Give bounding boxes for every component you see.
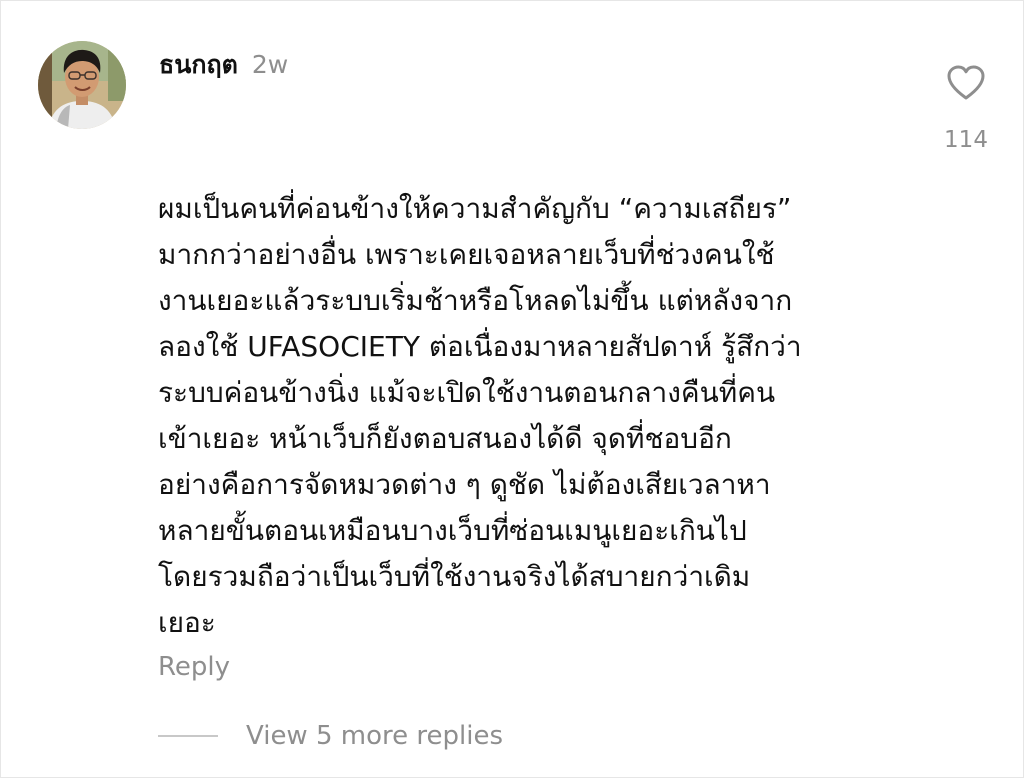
avatar[interactable]: [38, 41, 126, 129]
view-replies-button[interactable]: View 5 more replies: [158, 721, 503, 751]
comment-line: โดยรวมถือว่าเป็นเว็บที่ใช้งานจริงได้สบาย…: [158, 560, 751, 593]
comment-header: ธนกฤต 2w: [159, 45, 288, 85]
like-count: 114: [944, 127, 988, 153]
comment-body: ผมเป็นคนที่ค่อนข้างให้ความสำคัญกับ “ความ…: [158, 186, 918, 646]
replies-divider: [158, 735, 218, 737]
heart-outline-icon: [947, 65, 985, 100]
comment-line: ลองใช้ UFASOCIETY ต่อเนื่องมาหลายสัปดาห์…: [158, 330, 802, 363]
reply-button[interactable]: Reply: [158, 652, 230, 682]
avatar-photo: [38, 41, 126, 129]
like-button[interactable]: [945, 63, 987, 103]
comment-line: หลายขั้นตอนเหมือนบางเว็บที่ซ่อนเมนูเยอะเ…: [158, 514, 747, 547]
comment-line: ผมเป็นคนที่ค่อนข้างให้ความสำคัญกับ “ความ…: [158, 192, 792, 225]
author-name[interactable]: ธนกฤต: [159, 45, 238, 85]
comment-line: เยอะ: [158, 606, 216, 639]
comment-line: ระบบค่อนข้างนิ่ง แม้จะเปิดใช้งานตอนกลางค…: [158, 376, 776, 409]
comment-line: เข้าเยอะ หน้าเว็บก็ยังตอบสนองได้ดี จุดที…: [158, 422, 732, 455]
comment-timestamp: 2w: [251, 50, 289, 79]
comment-line: มากกว่าอย่างอื่น เพราะเคยเจอหลายเว็บที่ช…: [158, 238, 775, 271]
comment-card: ธนกฤต 2w 114 ผมเป็นคนที่ค่อนข้างให้ความส…: [0, 0, 1024, 778]
comment-line: อย่างคือการจัดหมวดต่าง ๆ ดูชัด ไม่ต้องเส…: [158, 468, 771, 501]
view-replies-label: View 5 more replies: [246, 721, 503, 751]
comment-line: งานเยอะแล้วระบบเริ่มช้าหรือโหลดไม่ขึ้น แ…: [158, 284, 793, 317]
